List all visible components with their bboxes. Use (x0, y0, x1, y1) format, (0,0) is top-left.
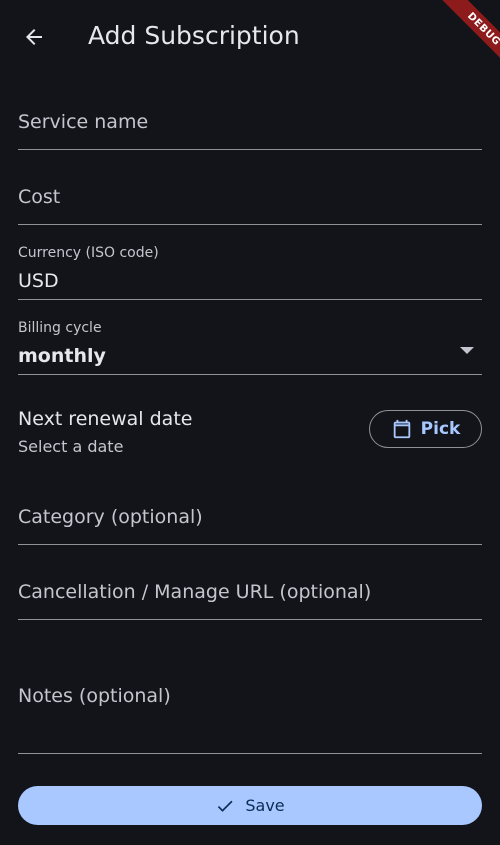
calendar-icon (393, 419, 410, 439)
save-button[interactable]: Save (18, 786, 482, 825)
category-field[interactable]: Category (optional) (18, 495, 482, 545)
category-placeholder: Category (optional) (18, 506, 203, 528)
dropdown-arrow-icon (460, 347, 474, 354)
service-name-placeholder: Service name (18, 111, 149, 133)
check-icon (218, 800, 233, 812)
cancel-url-field[interactable]: Cancellation / Manage URL (optional) (18, 570, 482, 620)
billing-cycle-label: Billing cycle (18, 320, 102, 336)
pick-date-button[interactable]: Pick (369, 410, 482, 448)
page-title: Add Subscription (88, 21, 300, 50)
back-button[interactable] (14, 17, 54, 57)
renewal-date-row: Next renewal date Select a date Pick (18, 400, 482, 470)
billing-cycle-value: monthly (18, 345, 106, 367)
notes-field[interactable]: Notes (optional) (18, 645, 482, 754)
cost-field[interactable]: Cost (18, 175, 482, 225)
arrow-left-icon (26, 29, 42, 45)
currency-label: Currency (ISO code) (18, 245, 159, 261)
service-name-field[interactable]: Service name (18, 100, 482, 150)
renewal-date-value: Select a date (18, 437, 124, 456)
save-label: Save (245, 796, 285, 815)
app-bar: Add Subscription (0, 0, 500, 72)
billing-cycle-dropdown[interactable]: Billing cycle monthly (18, 315, 482, 375)
renewal-date-label: Next renewal date (18, 408, 193, 430)
cancel-url-placeholder: Cancellation / Manage URL (optional) (18, 581, 372, 603)
currency-field[interactable]: Currency (ISO code) USD (18, 240, 482, 300)
currency-value: USD (18, 270, 59, 292)
cost-placeholder: Cost (18, 186, 61, 208)
notes-placeholder: Notes (optional) (18, 685, 171, 707)
pick-date-label: Pick (420, 419, 461, 439)
